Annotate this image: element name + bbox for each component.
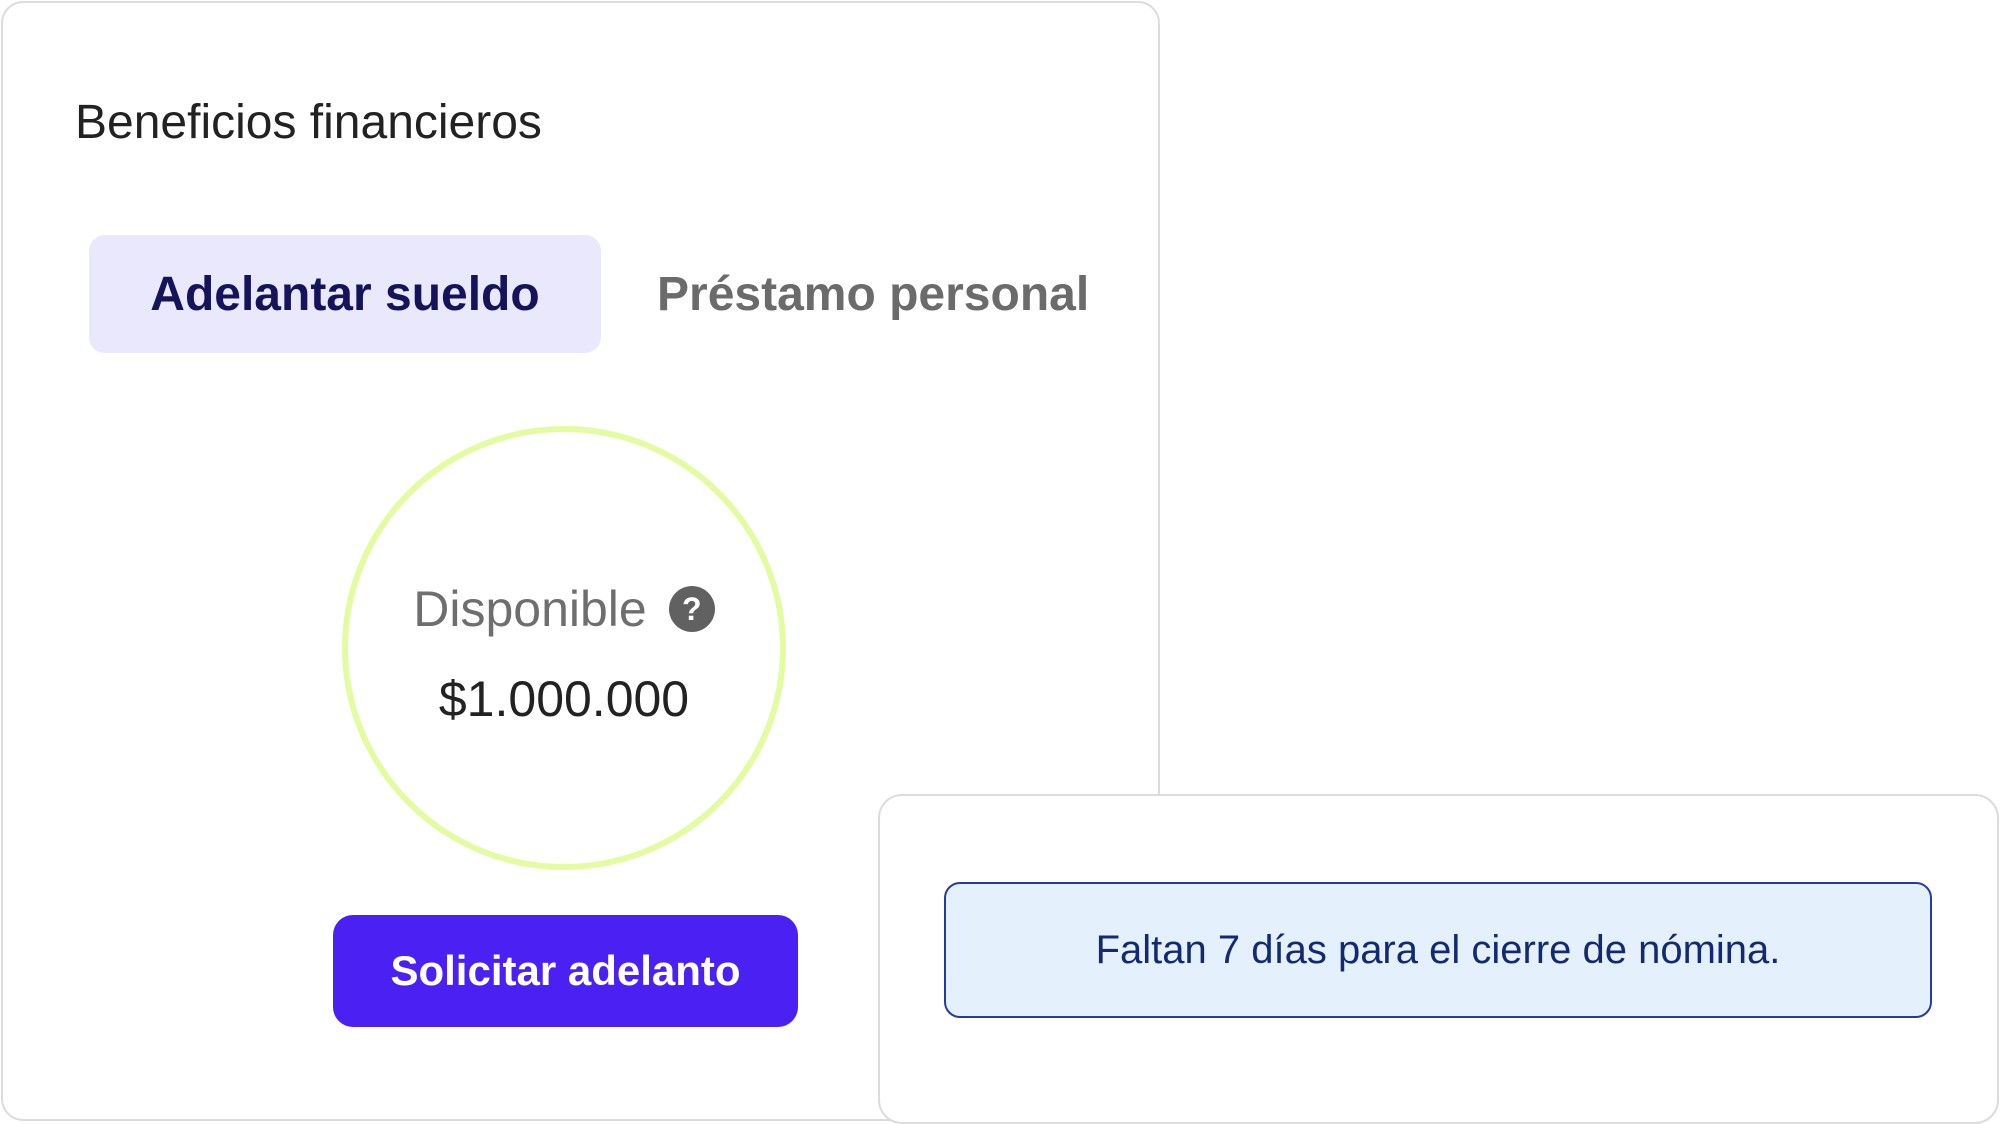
payroll-closing-message: Faltan 7 días para el cierre de nómina.: [1095, 927, 1781, 972]
request-advance-button[interactable]: Solicitar adelanto: [333, 915, 798, 1027]
balance-label-row: Disponible ?: [348, 580, 780, 638]
available-label: Disponible: [413, 581, 647, 637]
benefit-tabs: Adelantar sueldo Préstamo personal: [89, 235, 1089, 353]
tab-personal-loan[interactable]: Préstamo personal: [657, 235, 1089, 353]
tab-salary-advance[interactable]: Adelantar sueldo: [89, 235, 601, 353]
available-balance-ring: Disponible ? $1.000.000: [342, 426, 786, 870]
available-amount: $1.000.000: [438, 671, 690, 727]
payroll-info-banner: Faltan 7 días para el cierre de nómina.: [944, 882, 1932, 1018]
payroll-info-card: Faltan 7 días para el cierre de nómina.: [878, 794, 1999, 1124]
help-icon[interactable]: ?: [668, 586, 715, 632]
card-title: Beneficios financieros: [75, 96, 542, 149]
